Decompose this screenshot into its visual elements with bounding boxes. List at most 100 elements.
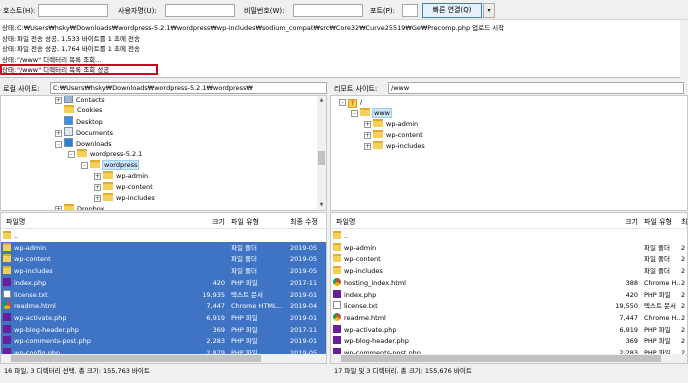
scroll-down-icon[interactable]: ▼ (317, 201, 326, 210)
remote-path-input[interactable]: /www (388, 82, 684, 94)
expand-icon[interactable]: + (55, 97, 62, 104)
column-header-extra[interactable]: 최 (681, 217, 687, 227)
remote-directory-tree[interactable]: -? / - www + wp-admin + wp-content + wp-includes (330, 95, 688, 211)
file-name-cell: wp-admin (3, 242, 198, 254)
file-row[interactable]: wp-admin 파일 폴더 2 (331, 242, 687, 254)
file-name-cell: wp-includes (333, 265, 611, 277)
remote-tree-node[interactable]: -? / (339, 97, 362, 108)
local-tree-node[interactable]: - wordpress-5.2.1 (68, 149, 142, 159)
local-tree-node[interactable]: + wp-includes (94, 193, 155, 203)
expand-icon[interactable]: + (364, 132, 371, 139)
local-path-input[interactable]: C:₩Users₩hsky₩Downloads₩wordpress-5.2.1₩… (50, 82, 327, 94)
collapse-icon[interactable]: - (351, 110, 358, 117)
file-row[interactable]: index.php 420 PHP 파일 2017-11 (1, 276, 326, 289)
file-type: 텍스트 문서 (231, 290, 263, 299)
scroll-thumb[interactable] (318, 151, 325, 165)
collapse-icon[interactable]: - (339, 99, 346, 106)
file-row[interactable]: wp-includes 파일 폴더 2 (331, 265, 687, 277)
column-header-type[interactable]: 파일 유형 (644, 217, 672, 227)
file-row[interactable]: wp-includes 파일 폴더 2019-05 (1, 265, 326, 278)
local-tree-node[interactable]: + wp-content (94, 182, 153, 192)
file-name-cell: index.php (3, 277, 198, 289)
remote-tree-node[interactable]: + wp-includes (364, 141, 425, 151)
file-size: 369 (212, 325, 225, 334)
password-input[interactable] (293, 4, 363, 17)
file-row[interactable]: .. (1, 230, 326, 242)
local-tree-node[interactable]: - wordpress (81, 160, 140, 170)
file-row[interactable]: readme.html 7,447 Chrome HTML... 2019-04 (1, 300, 326, 313)
file-modified: 2017-11 (290, 325, 318, 334)
file-modified: 2019-04 (290, 302, 318, 311)
file-row[interactable]: wp-activate.php 6,919 PHP 파일 2019-01 (1, 311, 326, 324)
expand-icon[interactable]: + (364, 121, 371, 128)
log-scrollbar[interactable] (680, 20, 688, 78)
file-row[interactable]: .. (331, 230, 687, 242)
message-log[interactable]: 상태:C:₩Users₩hsky₩Downloads₩wordpress-5.2… (0, 20, 688, 78)
php-file-icon (333, 324, 341, 333)
host-input[interactable] (38, 4, 108, 17)
file-row[interactable]: wp-admin 파일 폴더 2019-05 (1, 241, 326, 254)
local-list-hscrollbar[interactable] (1, 354, 326, 363)
collapse-icon[interactable]: - (68, 151, 75, 158)
column-header-modified[interactable]: 최종 수정 (290, 217, 326, 227)
column-header-name[interactable]: 파일명 (336, 217, 355, 227)
file-row[interactable]: readme.html 7,447 Chrome H... 2 (331, 312, 687, 324)
file-name-cell: wp-activate.php (333, 324, 611, 336)
file-row[interactable]: index.php 420 PHP 파일 2 (331, 289, 687, 301)
expand-icon[interactable]: + (94, 195, 101, 202)
local-tree-node[interactable]: + wp-admin (94, 171, 148, 181)
file-name: index.php (14, 278, 47, 287)
quickconnect-dropdown-button[interactable]: ▾ (483, 3, 495, 18)
file-row[interactable]: license.txt 19,935 텍스트 문서 2019-01 (1, 288, 326, 301)
port-input[interactable] (402, 4, 418, 17)
collapse-icon[interactable]: - (55, 141, 62, 148)
local-tree-scrollbar[interactable]: ▲ ▼ (317, 96, 326, 210)
file-name-cell: readme.html (333, 312, 611, 324)
scroll-up-icon[interactable]: ▲ (317, 96, 326, 105)
remote-tree-node[interactable]: + wp-content (364, 130, 423, 140)
file-type: 파일 폴더 (231, 267, 257, 276)
username-input[interactable] (165, 4, 235, 17)
file-size: 7,447 (206, 302, 225, 311)
column-header-size[interactable]: 크기 (614, 217, 638, 227)
expand-icon[interactable]: + (55, 206, 62, 210)
remote-file-list[interactable]: 파일명 크기 파일 유형 최 .. wp-admin 파일 폴더 2 wp-conten… (330, 212, 688, 364)
collapse-icon[interactable]: - (81, 162, 88, 169)
file-row[interactable]: wp-activate.php 6,919 PHP 파일 2 (331, 324, 687, 336)
remote-list-hscrollbar[interactable] (331, 354, 687, 363)
file-row[interactable]: wp-comments-post.php 2,283 PHP 파일 2019-01 (1, 335, 326, 348)
local-file-list[interactable]: 파일명 크기 파일 유형 최종 수정 .. wp-admin 파일 폴더 2019-0… (0, 212, 327, 364)
column-header-name[interactable]: 파일명 (6, 217, 25, 227)
file-size: 420 (212, 278, 225, 287)
file-name: index.php (344, 290, 377, 299)
scroll-thumb[interactable] (11, 355, 261, 362)
expand-icon[interactable]: + (364, 143, 371, 150)
file-row[interactable]: wp-content 파일 폴더 2 (331, 253, 687, 265)
quickconnect-button[interactable]: 빠른 연결(Q) (422, 3, 482, 18)
file-row[interactable]: wp-blog-header.php 369 PHP 파일 2017-11 (1, 323, 326, 336)
local-tree-node[interactable]: + Contacts (55, 96, 105, 104)
column-header-size[interactable]: 크기 (201, 217, 225, 227)
tree-node-label: Dropbox (77, 205, 105, 211)
local-directory-tree[interactable]: + Contacts Cookies Desktop + Documents - Downlo… (0, 95, 327, 211)
file-name: wp-includes (14, 267, 53, 276)
scroll-thumb[interactable] (341, 355, 661, 362)
local-tree-node[interactable]: - Downloads (55, 138, 112, 148)
file-row[interactable]: license.txt 19,550 텍스트 문서 2 (331, 300, 687, 312)
local-tree-node[interactable]: + Documents (55, 127, 113, 137)
remote-tree-node[interactable]: + wp-admin (364, 119, 418, 129)
file-name-cell: .. (3, 230, 198, 242)
expand-icon[interactable]: + (94, 184, 101, 191)
file-row[interactable]: hosting_index.html 388 Chrome H... 2 (331, 277, 687, 289)
expand-icon[interactable]: + (94, 173, 101, 180)
local-tree-node[interactable]: Desktop (55, 116, 103, 126)
local-tree-node[interactable]: Cookies (55, 105, 102, 115)
file-name: wp-content (14, 255, 51, 264)
tree-node-label: wordpress-5.2.1 (90, 150, 143, 158)
file-row[interactable]: wp-content 파일 폴더 2019-05 (1, 253, 326, 266)
remote-tree-node[interactable]: - www (351, 108, 392, 118)
column-header-type[interactable]: 파일 유형 (231, 217, 259, 227)
file-row[interactable]: wp-blog-header.php 369 PHP 파일 2 (331, 335, 687, 347)
expand-icon[interactable]: + (55, 130, 62, 137)
local-tree-node[interactable]: + Dropbox (55, 204, 105, 211)
